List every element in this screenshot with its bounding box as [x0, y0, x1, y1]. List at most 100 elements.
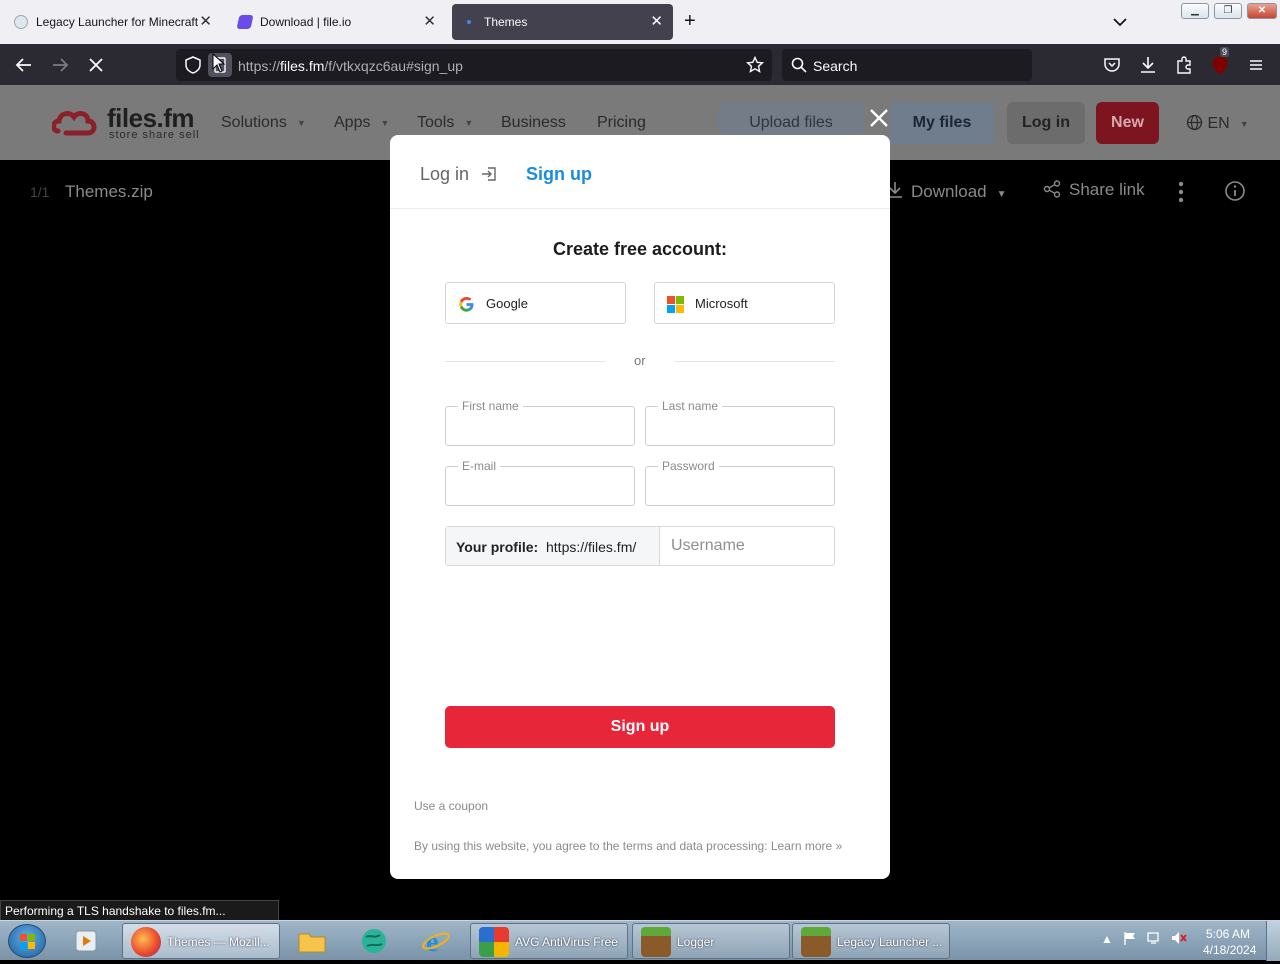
browser-tab-strip: Legacy Launcher for Minecraft ✕ Download…: [0, 0, 1280, 44]
internet-explorer-icon[interactable]: e: [420, 925, 452, 958]
google-signin-button[interactable]: Google: [445, 282, 626, 324]
restore-button[interactable]: ❐: [1214, 3, 1242, 19]
first-name-label: First name: [458, 399, 523, 413]
taskbar-item-avg[interactable]: AVG AntiVirus Free: [470, 923, 628, 959]
nav-tools[interactable]: Tools ▼: [417, 114, 473, 132]
clock-time[interactable]: 5:06 AM: [1206, 927, 1250, 941]
extensions-button[interactable]: [1172, 53, 1196, 77]
tab-login[interactable]: Log in: [420, 164, 498, 185]
modal-divider: [390, 208, 890, 209]
navigation-toolbar: https://files.fm/f/vtkxqzc6au#sign_up Se…: [0, 44, 1280, 85]
close-icon[interactable]: ✕: [423, 14, 436, 30]
password-field[interactable]: Password: [645, 459, 835, 506]
tab-signup[interactable]: Sign up: [526, 164, 592, 185]
email-field[interactable]: E-mail: [445, 459, 635, 506]
forward-button[interactable]: [48, 53, 72, 77]
loading-icon: [462, 15, 476, 29]
taskbar-item-logger[interactable]: Logger: [632, 923, 790, 959]
create-account-title: Create free account:: [552, 239, 728, 259]
extension-badge: 9: [1220, 47, 1230, 57]
modal-close-button[interactable]: [868, 106, 890, 134]
caret-down-icon: ▼: [380, 117, 390, 128]
app-menu-button[interactable]: [1244, 53, 1268, 77]
url-text[interactable]: https://files.fm/f/vtkxqzc6au#sign_up: [238, 58, 463, 74]
window-close-button[interactable]: ✕: [1247, 3, 1277, 19]
url-bar[interactable]: https://files.fm/f/vtkxqzc6au#sign_up: [176, 49, 772, 81]
svg-text:e: e: [426, 927, 438, 957]
new-button[interactable]: New: [1096, 102, 1159, 144]
ublock-extension-button[interactable]: 9: [1208, 47, 1232, 77]
language-selector[interactable]: EN ▼: [1186, 114, 1249, 133]
more-options-icon[interactable]: [1172, 180, 1190, 209]
downloads-button[interactable]: [1136, 53, 1160, 77]
show-desktop-button[interactable]: [1266, 921, 1280, 961]
globe-app-icon[interactable]: [358, 925, 390, 957]
share-link-button[interactable]: Share link: [1043, 180, 1145, 200]
microsoft-signin-button[interactable]: Microsoft: [654, 282, 835, 324]
nav-solutions[interactable]: Solutions ▼: [221, 114, 306, 132]
file-io-icon: [236, 15, 254, 29]
close-icon[interactable]: ✕: [650, 14, 663, 30]
divider-line: [675, 361, 835, 362]
username-input[interactable]: [661, 527, 834, 565]
taskbar-label: AVG AntiVirus Free: [515, 935, 618, 949]
close-icon[interactable]: ✕: [199, 14, 212, 30]
show-hidden-icons-button[interactable]: ▲: [1101, 932, 1113, 946]
bookmark-star-icon[interactable]: [745, 55, 765, 79]
terms-notice[interactable]: By using this website, you agree to the …: [414, 839, 842, 853]
mouse-cursor-icon: [212, 52, 226, 78]
files-fm-logo-icon[interactable]: [51, 105, 104, 146]
volume-muted-icon[interactable]: [1170, 930, 1188, 949]
windows-taskbar: Themes — Mozill... e AVG AntiVirus Free …: [0, 920, 1280, 961]
file-name: Themes.zip: [65, 182, 153, 201]
last-name-field[interactable]: Last name: [645, 399, 835, 446]
or-separator: or: [634, 353, 646, 368]
taskbar-label: Legacy Launcher ...: [837, 935, 943, 949]
tab-file-io[interactable]: Download | file.io ✕: [228, 4, 446, 40]
logo-tagline: store share sell: [109, 129, 200, 141]
info-icon[interactable]: [1224, 180, 1246, 207]
taskbar-item-legacy-launcher[interactable]: Legacy Launcher ...: [792, 923, 950, 959]
firefox-icon: [131, 927, 161, 957]
stop-button[interactable]: [84, 53, 108, 77]
divider-line: [445, 361, 605, 362]
nav-business[interactable]: Business: [501, 114, 566, 132]
login-button[interactable]: Log in: [1007, 102, 1085, 144]
nav-pricing[interactable]: Pricing: [597, 114, 646, 132]
back-button[interactable]: [12, 53, 36, 77]
media-player-icon[interactable]: [70, 925, 102, 957]
tab-themes[interactable]: Themes ✕: [452, 4, 673, 40]
my-files-button[interactable]: My files: [890, 102, 994, 144]
puzzle-icon: [1177, 56, 1191, 74]
shield-icon[interactable]: [184, 56, 202, 79]
new-tab-button[interactable]: +: [684, 10, 696, 32]
nav-apps[interactable]: Apps ▼: [334, 114, 389, 132]
start-button[interactable]: [8, 924, 46, 958]
profile-label: Your profile:: [456, 539, 539, 555]
login-icon: [482, 167, 496, 181]
download-icon: [1141, 57, 1155, 73]
signup-submit-button[interactable]: Sign up: [445, 706, 835, 748]
download-button[interactable]: Download ▼: [885, 180, 1007, 202]
tab-title: Legacy Launcher for Minecraft: [36, 15, 199, 29]
file-explorer-icon[interactable]: [296, 925, 328, 957]
clock-date[interactable]: 4/18/2024: [1203, 943, 1256, 957]
action-center-flag-icon[interactable]: [1122, 930, 1138, 949]
tab-list-button[interactable]: [1110, 12, 1130, 32]
tab-legacy-launcher[interactable]: Legacy Launcher for Minecraft ✕: [4, 4, 222, 40]
taskbar-item-firefox[interactable]: Themes — Mozill...: [122, 923, 280, 959]
pocket-button[interactable]: [1100, 53, 1124, 77]
file-count: 1/1: [30, 184, 50, 200]
minimize-button[interactable]: ▁: [1181, 3, 1209, 19]
profile-base-url: https://files.fm/: [546, 539, 637, 555]
last-name-label: Last name: [658, 399, 723, 413]
windows-logo-icon: [20, 934, 35, 949]
first-name-field[interactable]: First name: [445, 399, 635, 446]
caret-down-icon: ▼: [996, 189, 1007, 200]
signup-modal: Log in Sign up Create free account: Goog…: [390, 135, 890, 879]
use-coupon-link[interactable]: Use a coupon: [414, 799, 488, 813]
search-bar[interactable]: Search: [782, 49, 1032, 81]
network-icon[interactable]: [1146, 930, 1162, 949]
taskbar-label: Themes — Mozill...: [167, 935, 270, 949]
minecraft-block-icon: [801, 927, 831, 957]
